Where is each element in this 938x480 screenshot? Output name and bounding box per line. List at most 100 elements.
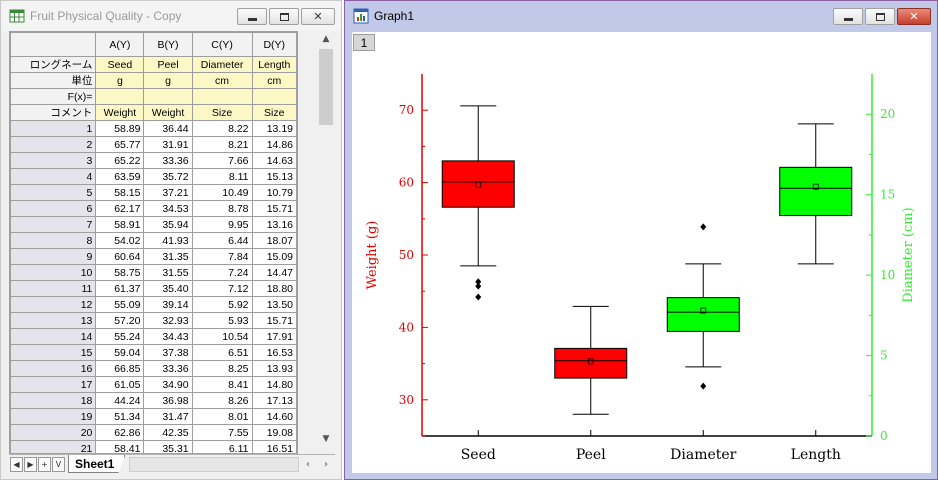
data-cell[interactable]: 35.72 (143, 168, 193, 185)
data-cell[interactable]: 8.21 (191, 136, 253, 153)
data-cell[interactable]: 57.20 (95, 312, 145, 329)
meta-cell[interactable] (191, 88, 253, 105)
close-button[interactable]: ✕ (301, 8, 335, 25)
data-cell[interactable]: 31.55 (143, 264, 193, 281)
data-cell[interactable]: 65.22 (95, 152, 145, 169)
box-plot[interactable]: 30 40 50 60 70 0 5 10 15 20 Weight (g) Diameter (cm… (352, 32, 931, 473)
data-cell[interactable]: 7.66 (191, 152, 253, 169)
column-header[interactable]: C(Y) (191, 32, 253, 57)
data-cell[interactable]: 15.71 (251, 200, 297, 217)
meta-cell[interactable]: Peel (143, 56, 193, 73)
data-cell[interactable]: 18.07 (251, 232, 297, 249)
data-cell[interactable]: 31.47 (143, 408, 193, 425)
data-cell[interactable]: 31.35 (143, 248, 193, 265)
data-cell[interactable]: 51.34 (95, 408, 145, 425)
data-cell[interactable]: 58.41 (95, 440, 145, 453)
column-header[interactable]: D(Y) (251, 32, 297, 57)
data-cell[interactable]: 36.98 (143, 392, 193, 409)
meta-row-label[interactable]: ロングネーム (10, 56, 97, 73)
data-cell[interactable]: 17.91 (251, 328, 297, 345)
first-sheet-icon[interactable]: ◀ (10, 456, 23, 472)
graph-page[interactable]: 30 40 50 60 70 0 5 10 15 20 Weight (g) Diameter (cm… (352, 32, 931, 473)
data-cell[interactable]: 7.12 (191, 280, 253, 297)
data-cell[interactable]: 14.60 (251, 408, 297, 425)
data-cell[interactable]: 58.15 (95, 184, 145, 201)
data-cell[interactable]: 44.24 (95, 392, 145, 409)
data-cell[interactable]: 35.94 (143, 216, 193, 233)
data-cell[interactable]: 15.09 (251, 248, 297, 265)
data-cell[interactable]: 16.53 (251, 344, 297, 361)
meta-row-label[interactable]: 単位 (10, 72, 97, 89)
next-sheet-icon[interactable]: ▶ (24, 456, 37, 472)
row-number[interactable]: 2 (10, 136, 97, 153)
minimize-button[interactable] (833, 8, 863, 25)
close-button[interactable]: ✕ (897, 8, 931, 25)
meta-cell[interactable] (251, 88, 297, 105)
row-number[interactable]: 21 (10, 440, 97, 453)
data-cell[interactable]: 37.21 (143, 184, 193, 201)
layer-tab[interactable]: 1 (353, 34, 375, 51)
scroll-left-icon[interactable]: ‹ (299, 457, 317, 472)
data-cell[interactable]: 33.36 (143, 360, 193, 377)
meta-cell[interactable] (95, 88, 145, 105)
data-cell[interactable]: 7.24 (191, 264, 253, 281)
data-cell[interactable]: 5.92 (191, 296, 253, 313)
data-cell[interactable]: 58.75 (95, 264, 145, 281)
data-cell[interactable]: 10.79 (251, 184, 297, 201)
data-cell[interactable]: 39.14 (143, 296, 193, 313)
meta-cell[interactable]: Seed (95, 56, 145, 73)
maximize-button[interactable] (269, 8, 299, 25)
row-number[interactable]: 17 (10, 376, 97, 393)
data-cell[interactable]: 13.16 (251, 216, 297, 233)
data-cell[interactable]: 8.25 (191, 360, 253, 377)
row-number[interactable]: 18 (10, 392, 97, 409)
scroll-down-icon[interactable]: ▼ (317, 431, 335, 447)
data-cell[interactable]: 14.47 (251, 264, 297, 281)
data-cell[interactable]: 65.77 (95, 136, 145, 153)
data-cell[interactable]: 8.11 (191, 168, 253, 185)
data-cell[interactable]: 10.54 (191, 328, 253, 345)
data-cell[interactable]: 13.93 (251, 360, 297, 377)
row-number[interactable]: 9 (10, 248, 97, 265)
row-number[interactable]: 16 (10, 360, 97, 377)
row-number[interactable]: 12 (10, 296, 97, 313)
data-cell[interactable]: 14.80 (251, 376, 297, 393)
data-cell[interactable]: 8.22 (191, 120, 253, 137)
worksheet-titlebar[interactable]: Fruit Physical Quality - Copy ✕ (1, 1, 341, 31)
data-cell[interactable]: 59.04 (95, 344, 145, 361)
data-cell[interactable]: 55.24 (95, 328, 145, 345)
data-cell[interactable]: 7.55 (191, 424, 253, 441)
meta-cell[interactable]: cm (251, 72, 297, 89)
row-number[interactable]: 6 (10, 200, 97, 217)
row-number[interactable]: 10 (10, 264, 97, 281)
data-cell[interactable]: 31.91 (143, 136, 193, 153)
data-cell[interactable]: 6.11 (191, 440, 253, 453)
data-cell[interactable]: 66.85 (95, 360, 145, 377)
meta-cell[interactable] (143, 88, 193, 105)
minimize-button[interactable] (237, 8, 267, 25)
row-number[interactable]: 15 (10, 344, 97, 361)
row-number[interactable]: 14 (10, 328, 97, 345)
vertical-scrollbar[interactable]: ▲ ▼ (317, 31, 335, 447)
data-cell[interactable]: 35.40 (143, 280, 193, 297)
meta-cell[interactable]: cm (191, 72, 253, 89)
data-cell[interactable]: 8.26 (191, 392, 253, 409)
meta-cell[interactable]: Weight (95, 104, 145, 121)
data-cell[interactable]: 13.50 (251, 296, 297, 313)
data-cell[interactable]: 16.51 (251, 440, 297, 453)
data-cell[interactable]: 41.93 (143, 232, 193, 249)
data-cell[interactable]: 62.17 (95, 200, 145, 217)
data-cell[interactable]: 5.93 (191, 312, 253, 329)
row-number[interactable]: 4 (10, 168, 97, 185)
data-cell[interactable]: 13.19 (251, 120, 297, 137)
data-cell[interactable]: 32.93 (143, 312, 193, 329)
meta-cell[interactable]: Length (251, 56, 297, 73)
data-cell[interactable]: 6.44 (191, 232, 253, 249)
data-cell[interactable]: 42.35 (143, 424, 193, 441)
graph-titlebar[interactable]: Graph1 ✕ (345, 1, 937, 31)
meta-cell[interactable]: Diameter (191, 56, 253, 73)
horizontal-scrollbar[interactable] (129, 456, 299, 472)
meta-row-label[interactable]: F(x)= (10, 88, 97, 105)
row-number[interactable]: 8 (10, 232, 97, 249)
data-cell[interactable]: 8.41 (191, 376, 253, 393)
